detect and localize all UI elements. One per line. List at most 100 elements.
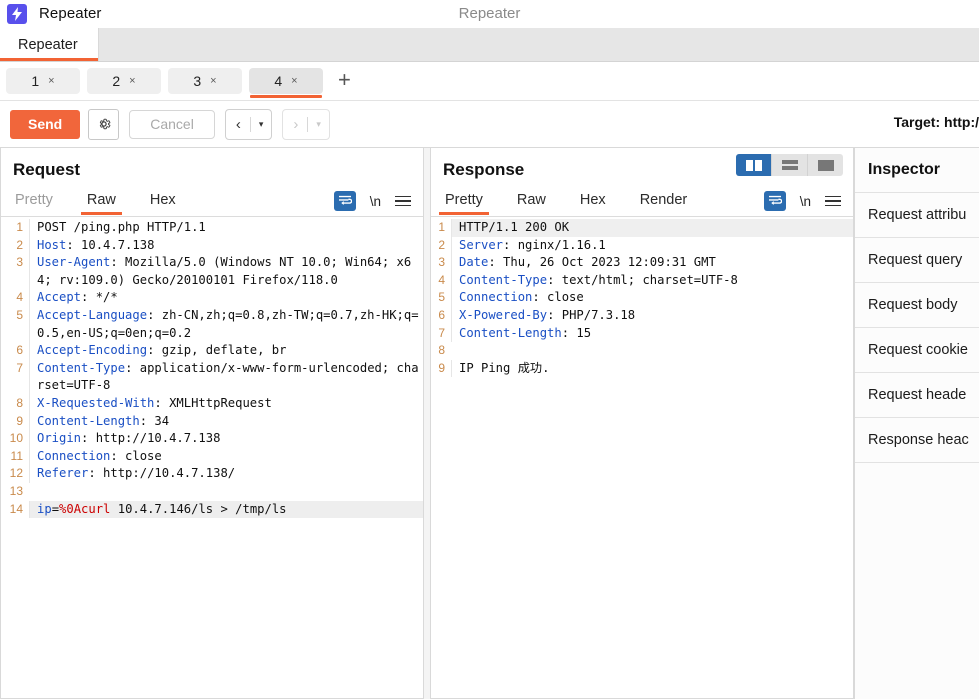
main-tab-repeater[interactable]: Repeater (0, 28, 99, 61)
word-wrap-icon[interactable] (333, 191, 356, 211)
code-line: 1 POST /ping.php HTTP/1.1 (1, 219, 423, 237)
request-tab-raw[interactable]: Raw (80, 188, 122, 215)
repeater-tab-1[interactable]: 1 × (6, 68, 80, 94)
line-text: Accept-Language: zh-CN,zh;q=0.8,zh-TW;q=… (29, 306, 423, 343)
code-line: 8 X-Requested-With: XMLHttpRequest (1, 394, 423, 413)
response-tab-pretty-label: Pretty (445, 192, 483, 208)
settings-button[interactable] (88, 108, 120, 140)
inspector-row-request-cookies[interactable]: Request cookie (855, 328, 979, 373)
line-text: Content-Length: 15 (451, 324, 853, 343)
newline-toggle[interactable]: \n (800, 194, 811, 209)
response-tab-icons: \n (763, 191, 853, 211)
chevron-right-icon: › (293, 115, 299, 133)
response-tab-render[interactable]: Render (638, 188, 690, 214)
line-text: IP Ping 成功. (451, 359, 853, 378)
repeater-tab-2-label: 2 (112, 73, 121, 89)
close-icon[interactable]: × (48, 75, 54, 87)
line-number: 2 (16, 237, 23, 252)
send-button[interactable]: Send (10, 109, 81, 139)
inspector-row-request-body[interactable]: Request body (855, 283, 979, 328)
target-label: Target: http:/ (893, 114, 979, 130)
repeater-window: Repeater Repeater Repeater 1 × 2 × 3 × 4… (0, 0, 979, 699)
request-tab-pretty[interactable]: Pretty (13, 188, 55, 214)
repeater-tab-2[interactable]: 2 × (87, 68, 161, 94)
content-area: Request Pretty Raw Hex \n 1 POST /ping.p… (0, 147, 979, 699)
back-button[interactable]: ‹ ▾ (224, 108, 273, 140)
line-number: 8 (16, 395, 23, 410)
response-title: Response (443, 160, 525, 179)
request-editor[interactable]: 1 POST /ping.php HTTP/1.1 2 Host: 10.4.7.1… (1, 217, 423, 698)
line-text: Accept-Encoding: gzip, deflate, br (29, 342, 423, 360)
inspector-row-request-headers[interactable]: Request heade (855, 373, 979, 418)
split-vertical-icon[interactable] (736, 154, 772, 176)
request-tab-icons: \n (333, 191, 423, 211)
add-tab-button[interactable]: + (330, 68, 359, 94)
forward-button[interactable]: › ▾ (282, 108, 330, 140)
line-number: 1 (16, 220, 23, 234)
newline-toggle[interactable]: \n (370, 194, 381, 209)
code-line: 6 X-Powered-By: PHP/7.3.18 (431, 306, 853, 325)
request-view-tabs: Pretty Raw Hex \n (1, 186, 423, 217)
repeater-tab-3-label: 3 (193, 73, 202, 89)
request-tab-hex[interactable]: Hex (148, 188, 178, 214)
chevron-down-icon[interactable]: ▾ (308, 119, 329, 130)
inspector-row-request-attributes[interactable]: Request attribu (855, 193, 979, 238)
line-text: Host: 10.4.7.138 (29, 236, 423, 255)
code-line: 5 Accept-Language: zh-CN,zh;q=0.8,zh-TW;q… (1, 306, 423, 343)
line-number: 7 (438, 325, 445, 340)
word-wrap-icon[interactable] (763, 191, 786, 211)
code-line: 4 Content-Type: text/html; charset=UTF-8 (431, 271, 853, 290)
repeater-tab-4[interactable]: 4 × (249, 68, 323, 98)
line-text: Content-Type: application/x-www-form-url… (29, 359, 423, 395)
close-icon[interactable]: × (129, 75, 135, 87)
repeater-tab-3[interactable]: 3 × (168, 68, 242, 94)
code-line: 4 Accept: */* (1, 289, 423, 307)
single-pane-icon[interactable] (808, 154, 843, 176)
code-line: 9 IP Ping 成功. (431, 359, 853, 378)
code-line: 9 Content-Length: 34 (1, 412, 423, 431)
line-text: Server: nginx/1.16.1 (451, 236, 853, 255)
inspector-title: Inspector (855, 148, 979, 193)
code-line: 2 Host: 10.4.7.138 (1, 236, 423, 255)
close-icon[interactable]: × (210, 75, 216, 87)
code-line: 8 (431, 342, 853, 360)
app-name: Repeater (39, 5, 102, 22)
code-line: 2 Server: nginx/1.16.1 (431, 236, 853, 255)
line-text: POST /ping.php HTTP/1.1 (29, 219, 423, 237)
line-number: 6 (438, 307, 445, 322)
response-editor[interactable]: 1 HTTP/1.1 200 OK 2 Server: nginx/1.16.1 3… (431, 217, 853, 698)
line-number: 2 (438, 237, 445, 252)
response-view-tabs: Pretty Raw Hex Render \n (431, 186, 853, 217)
repeater-tab-bar: 1 × 2 × 3 × 4 × + (0, 62, 979, 101)
line-text: Origin: http://10.4.7.138 (29, 430, 423, 448)
gear-icon (99, 118, 111, 130)
code-line: 3 Date: Thu, 26 Oct 2023 12:09:31 GMT (431, 254, 853, 272)
line-number: 4 (438, 272, 445, 287)
request-tab-hex-label: Hex (149, 192, 176, 208)
response-tab-render-label: Render (639, 192, 688, 208)
response-tab-pretty[interactable]: Pretty (439, 188, 489, 215)
line-text: Date: Thu, 26 Oct 2023 12:09:31 GMT (451, 254, 853, 272)
line-number: 9 (438, 360, 445, 375)
cancel-button[interactable]: Cancel (129, 109, 215, 139)
request-tab-pretty-label: Pretty (15, 192, 53, 208)
code-line: 3 User-Agent: Mozilla/5.0 (Windows NT 10.… (1, 254, 423, 290)
line-number: 3 (438, 255, 445, 270)
inspector-row-response-headers[interactable]: Response heac (855, 418, 979, 463)
inspector-row-request-query[interactable]: Request query (855, 238, 979, 283)
response-tab-hex[interactable]: Hex (578, 188, 608, 214)
repeater-tab-1-label: 1 (31, 73, 40, 89)
split-horizontal-icon[interactable] (772, 154, 808, 176)
line-text: Connection: close (29, 447, 423, 466)
close-icon[interactable]: × (291, 75, 297, 87)
repeater-tab-4-label: 4 (274, 73, 283, 89)
code-line: 13 (1, 483, 423, 501)
chevron-down-icon[interactable]: ▾ (251, 119, 272, 130)
response-tab-raw[interactable]: Raw (515, 188, 548, 214)
code-line: 6 Accept-Encoding: gzip, deflate, br (1, 342, 423, 360)
code-line: 7 Content-Type: application/x-www-form-ur… (1, 359, 423, 395)
hamburger-menu-icon[interactable] (825, 195, 841, 207)
code-line: 1 HTTP/1.1 200 OK (431, 219, 853, 237)
hamburger-menu-icon[interactable] (395, 195, 411, 207)
line-text: HTTP/1.1 200 OK (451, 219, 853, 237)
